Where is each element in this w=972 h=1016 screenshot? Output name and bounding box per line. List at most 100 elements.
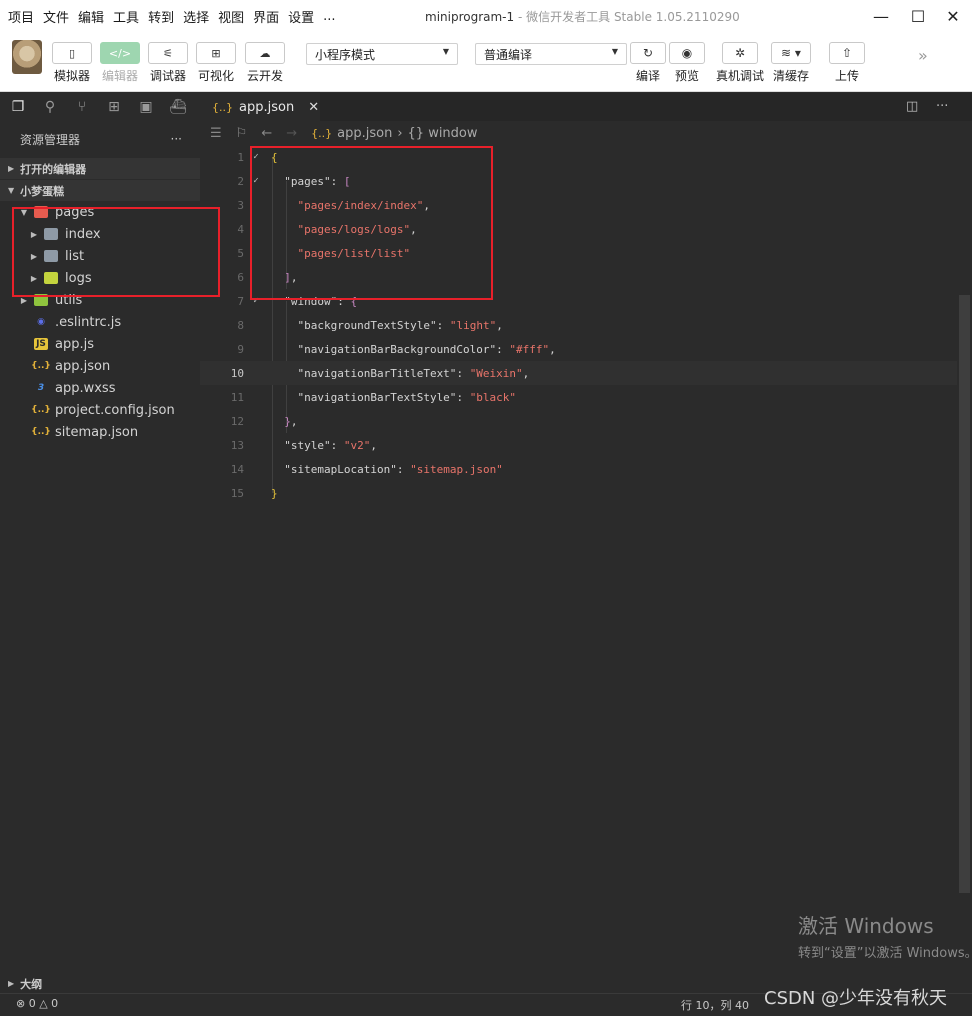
menu-item[interactable]: ... xyxy=(323,9,335,24)
tree-item-label: app.js xyxy=(55,336,94,352)
tree-item-label: sitemap.json xyxy=(55,424,139,440)
upload-button[interactable]: ⇧ 上传 xyxy=(829,42,865,84)
visual-button[interactable]: ⊞ 可视化 xyxy=(196,42,236,84)
more-tools-icon[interactable]: » xyxy=(918,46,928,65)
code-line[interactable]: 2 ✓ "pages": [ xyxy=(200,169,957,193)
more-actions-icon[interactable]: ··· xyxy=(936,99,948,114)
tree-item[interactable]: ▶ index xyxy=(0,223,200,245)
minimize-button[interactable]: — xyxy=(866,4,896,28)
tree-item[interactable]: {..} app.json xyxy=(0,355,200,377)
docker-icon[interactable]: ⛴ xyxy=(168,97,188,117)
code-editor[interactable]: 1 ✓{2 ✓ "pages": [3 "pages/index/index", 4 … xyxy=(200,145,957,993)
menu-item[interactable]: 编辑 xyxy=(78,7,104,26)
code-text: "navigationBarBackgroundColor": "#fff", xyxy=(271,343,555,356)
code-line[interactable]: 9 "navigationBarBackgroundColor": "#fff"… xyxy=(200,337,957,361)
editor-scrollbar[interactable] xyxy=(957,145,972,993)
code-line[interactable]: 7 ✓ "window": { xyxy=(200,289,957,313)
remote-debug-button[interactable]: ✲ 真机调试 xyxy=(716,42,764,84)
debug-icon[interactable]: ▣ xyxy=(136,97,156,117)
menu-item[interactable]: 选择 xyxy=(183,7,209,26)
menu-item[interactable]: 项目 xyxy=(8,7,34,26)
menu-item[interactable]: 界面 xyxy=(253,7,279,26)
avatar[interactable] xyxy=(12,40,42,74)
bookmark-icon[interactable]: ⚐ xyxy=(236,126,248,141)
code-line[interactable]: 1 ✓ { xyxy=(200,145,957,169)
fold-check-icon[interactable]: ✓ xyxy=(249,176,263,186)
sliders-icon: ⚟ xyxy=(148,42,188,64)
preview-button[interactable]: ◉ 预览 xyxy=(669,42,705,84)
code-text: "style": "v2", xyxy=(271,439,377,452)
tree-item[interactable]: ◉ .eslintrc.js xyxy=(0,311,200,333)
code-token: "window" xyxy=(271,294,338,308)
files-icon[interactable]: ❐ xyxy=(8,97,28,117)
editor-label: 编辑器 xyxy=(101,69,138,83)
line-number: 11 xyxy=(230,390,244,404)
breadcrumb-symbol[interactable]: {} window xyxy=(408,126,478,141)
tree-item[interactable]: ▶ logs xyxy=(0,267,200,289)
chevron-down-icon: ▼ xyxy=(20,207,28,217)
line-number: 14 xyxy=(230,462,244,476)
code-line[interactable]: 11 "navigationBarTextStyle": "black" xyxy=(200,385,957,409)
cursor-position[interactable]: 行 10，列 40 xyxy=(681,997,749,1013)
tree-item[interactable]: ▼ pages xyxy=(0,201,200,223)
source-control-icon[interactable]: ⑂ xyxy=(72,97,92,117)
scrollbar-thumb[interactable] xyxy=(959,295,970,893)
folder-pages-icon xyxy=(34,206,48,218)
outline-section[interactable]: ▶ 大纲 xyxy=(0,972,200,994)
back-arrow-icon[interactable]: ← xyxy=(261,126,272,141)
menu-item[interactable]: 设置 xyxy=(288,7,314,26)
line-number: 12 xyxy=(230,414,244,428)
editor-button[interactable]: </> 编辑器 xyxy=(100,42,140,84)
cloud-button[interactable]: ☁ 云开发 xyxy=(245,42,285,84)
more-actions-icon[interactable]: ··· xyxy=(171,132,182,146)
close-tab-icon[interactable]: ✕ xyxy=(308,100,319,115)
code-line[interactable]: 5 "pages/list/list" xyxy=(200,241,957,265)
project-section[interactable]: ▼ 小梦蛋糕 xyxy=(0,179,200,201)
tree-item[interactable]: ▶ utils xyxy=(0,289,200,311)
simulator-button[interactable]: ▯ 模拟器 xyxy=(52,42,92,84)
code-line[interactable]: 12 }, xyxy=(200,409,957,433)
menu-item[interactable]: 文件 xyxy=(43,7,69,26)
fold-check-icon[interactable]: ✓ xyxy=(249,152,263,162)
tree-item[interactable]: {..} sitemap.json xyxy=(0,421,200,443)
tree-item[interactable]: ▶ list xyxy=(0,245,200,267)
code-line[interactable]: 13 "style": "v2", xyxy=(200,433,957,457)
code-line[interactable]: 6 ], xyxy=(200,265,957,289)
close-window-button[interactable]: ✕ xyxy=(938,4,968,28)
code-token: "style" xyxy=(271,438,331,452)
list-icon[interactable]: ☰ xyxy=(210,126,222,141)
fold-check-icon[interactable]: ✓ xyxy=(249,296,263,306)
code-line[interactable]: 8 "backgroundTextStyle": "light", xyxy=(200,313,957,337)
code-line[interactable]: 14 "sitemapLocation": "sitemap.json" xyxy=(200,457,957,481)
debugger-button[interactable]: ⚟ 调试器 xyxy=(148,42,188,84)
mode-dropdown[interactable]: 小程序模式 ▼ xyxy=(306,43,458,65)
outline-header[interactable]: ▶ 大纲 xyxy=(0,972,200,994)
code-line[interactable]: 15} xyxy=(200,481,957,505)
code-line[interactable]: 4 "pages/logs/logs", xyxy=(200,217,957,241)
menu-item[interactable]: 视图 xyxy=(218,7,244,26)
clear-cache-button[interactable]: ≋ ▾ 清缓存 xyxy=(771,42,811,84)
code-line[interactable]: 10 "navigationBarTitleText": "Weixin", xyxy=(200,361,957,385)
tab-app-json[interactable]: {..} app.json ✕ xyxy=(200,93,320,121)
search-icon[interactable]: ⚲ xyxy=(40,97,60,117)
explorer-sidebar: 资源管理器 ··· ▶ 打开的编辑器 ▼ 小梦蛋糕 ▼ pages ▶ index ▶ l… xyxy=(0,121,200,993)
chevron-right-icon: ▶ xyxy=(8,164,15,173)
compile-dropdown[interactable]: 普通编译 ▼ xyxy=(475,43,627,65)
tree-item[interactable]: {..} project.config.json xyxy=(0,399,200,421)
code-line[interactable]: 3 "pages/index/index", xyxy=(200,193,957,217)
simulator-label: 模拟器 xyxy=(53,69,90,83)
code-token: "navigationBarTitleText" xyxy=(271,366,457,380)
code-token: : xyxy=(330,174,344,188)
extensions-icon[interactable]: ⊞ xyxy=(104,97,124,117)
menu-item[interactable]: 转到 xyxy=(148,7,174,26)
compile-button[interactable]: ↻ 编译 xyxy=(630,42,666,84)
open-editors-section[interactable]: ▶ 打开的编辑器 xyxy=(0,157,200,179)
problems-indicator[interactable]: ⊗ 0 △ 0 xyxy=(16,997,58,1010)
menu-item[interactable]: 工具 xyxy=(113,7,139,26)
tree-item[interactable]: 3 app.wxss xyxy=(0,377,200,399)
tree-item[interactable]: JS app.js xyxy=(0,333,200,355)
maximize-button[interactable]: ☐ xyxy=(903,4,933,28)
forward-arrow-icon[interactable]: → xyxy=(286,126,297,141)
split-editor-icon[interactable]: ◫ xyxy=(906,99,918,114)
breadcrumb-file[interactable]: app.json xyxy=(337,126,392,141)
